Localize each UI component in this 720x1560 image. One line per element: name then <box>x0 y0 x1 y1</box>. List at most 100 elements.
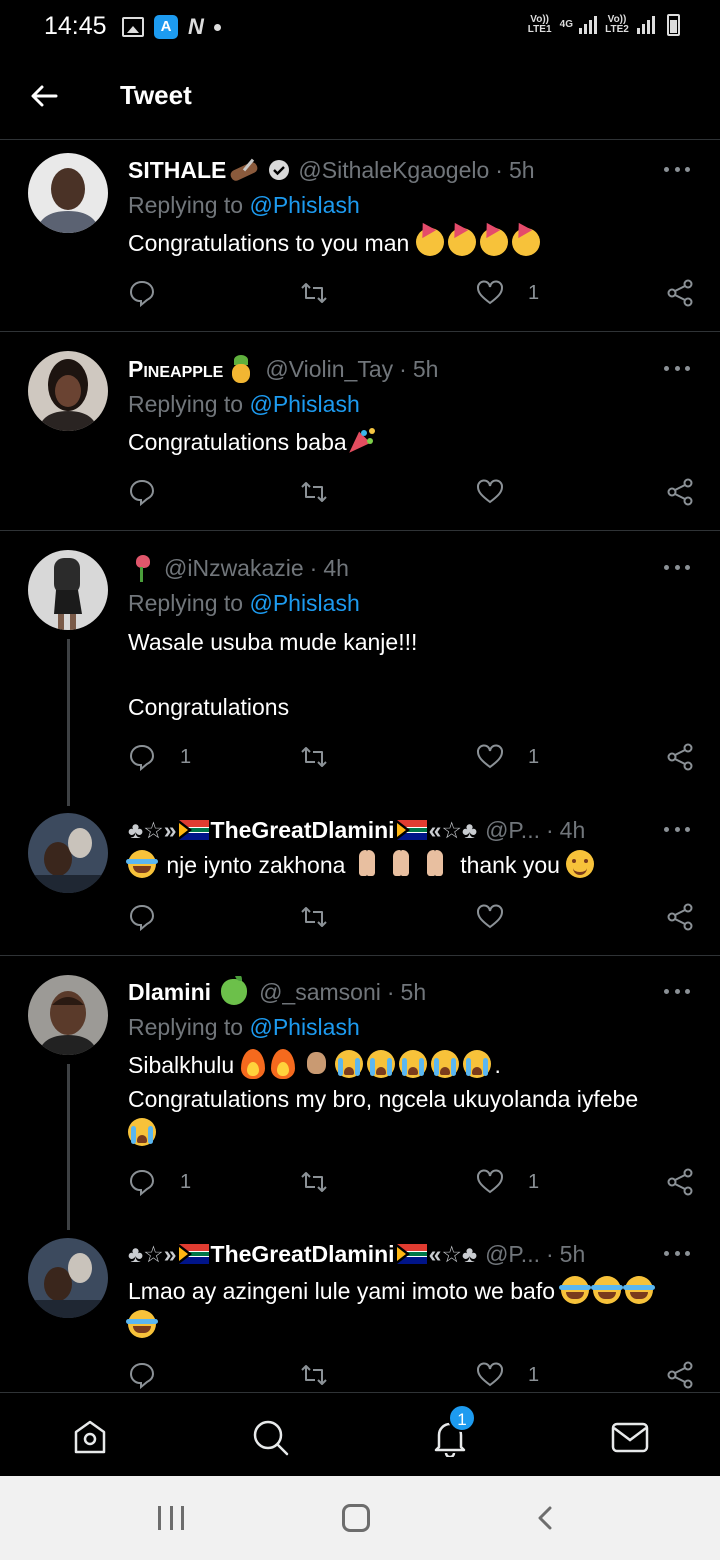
share-button[interactable] <box>666 279 694 307</box>
share-icon <box>667 1168 693 1196</box>
display-name[interactable]: SITHALE <box>128 157 226 184</box>
avatar[interactable] <box>28 1238 108 1318</box>
more-options-icon[interactable] <box>664 366 690 372</box>
reply-button[interactable] <box>128 279 180 307</box>
south-africa-flag-icon <box>396 820 427 840</box>
retweet-button[interactable] <box>300 743 352 771</box>
mention-link[interactable]: @Phislash <box>249 192 359 218</box>
like-button[interactable] <box>476 903 528 931</box>
display-name[interactable]: TheGreatDlamini <box>211 1241 395 1268</box>
like-button[interactable]: 1 <box>476 279 539 307</box>
tweet-reply[interactable]: ♣☆» TheGreatDlamini «☆♣ @P... · 4h nje i… <box>0 796 720 956</box>
partying-face-emoji-icon <box>479 228 508 256</box>
avatar[interactable] <box>28 351 108 431</box>
retweet-button[interactable] <box>300 478 352 506</box>
tweet-text-part-2: thank you <box>460 852 560 878</box>
display-name[interactable]: Dlamini <box>128 979 211 1006</box>
mention-link[interactable]: @Phislash <box>249 391 359 417</box>
tweet-text-part-1: nje iynto zakhona <box>166 852 346 878</box>
recent-apps-icon[interactable] <box>158 1506 184 1530</box>
replying-to: Replying to @Phislash <box>128 590 360 617</box>
share-button[interactable] <box>666 1168 694 1196</box>
fire-emoji-icon <box>270 1049 295 1079</box>
mention-link[interactable]: @Phislash <box>249 1014 359 1040</box>
tweet-text: Congratulations to you man <box>128 226 680 260</box>
retweet-button[interactable] <box>300 1168 352 1196</box>
like-count: 1 <box>528 1363 540 1386</box>
partying-face-emoji-icon <box>415 228 444 256</box>
separator-dot: · <box>545 816 554 843</box>
separator-dot: · <box>495 156 503 183</box>
retweet-icon <box>301 1365 327 1385</box>
separator-dot: · <box>309 554 318 581</box>
user-handle[interactable]: @iNzwakazie <box>164 555 304 582</box>
user-handle[interactable]: @SithaleKgaogelo <box>298 157 489 184</box>
messages-envelope-icon[interactable] <box>610 1417 650 1457</box>
tweet-time: 4h <box>559 816 586 843</box>
like-button[interactable] <box>476 478 528 506</box>
tweet-reply[interactable]: ♣☆» TheGreatDlamini «☆♣ @P... · 5h Lmao … <box>0 1220 720 1392</box>
back-arrow-icon[interactable] <box>28 80 60 112</box>
reply-icon <box>129 744 155 771</box>
reply-button[interactable] <box>128 903 180 931</box>
retweet-button[interactable] <box>300 279 352 307</box>
user-handle[interactable]: @_samsoni <box>259 979 381 1006</box>
tweet-time: 5h <box>412 355 439 382</box>
more-options-icon[interactable] <box>664 989 690 995</box>
tweet-text-content: Lmao ay azingeni lule yami imoto we bafo <box>128 1278 556 1304</box>
more-options-icon[interactable] <box>664 565 690 571</box>
reply-icon <box>129 904 155 931</box>
reply-button[interactable] <box>128 1361 180 1389</box>
retweet-icon <box>301 283 327 303</box>
mention-link[interactable]: @Phislash <box>249 590 359 616</box>
more-options-icon[interactable] <box>664 167 690 173</box>
avatar[interactable] <box>28 550 108 630</box>
user-handle[interactable]: @P... <box>485 817 540 844</box>
more-options-icon[interactable] <box>664 1251 690 1257</box>
share-icon <box>667 1361 693 1389</box>
home-icon[interactable] <box>70 1417 110 1457</box>
more-options-icon[interactable] <box>664 827 690 833</box>
user-handle[interactable]: @P... <box>485 1241 540 1268</box>
reply-button[interactable]: 1 <box>128 1168 191 1196</box>
retweet-button[interactable] <box>300 903 352 931</box>
bottom-navigation <box>0 1392 720 1476</box>
tweet-time: 5h <box>559 1240 586 1267</box>
tweet-reply[interactable]: @iNzwakazie · 4h Replying to @Phislash W… <box>0 531 720 806</box>
search-icon[interactable] <box>250 1417 290 1457</box>
user-handle[interactable]: @Violin_Tay <box>265 356 393 383</box>
tweet-reply[interactable]: SITHALE @SithaleKgaogelo · 5h Replying t… <box>0 141 720 332</box>
share-button[interactable] <box>666 1361 694 1389</box>
avatar[interactable] <box>28 813 108 893</box>
tweet-actions: 1 1 <box>128 1168 694 1200</box>
android-system-navigation <box>0 1476 720 1560</box>
like-button[interactable]: 1 <box>476 1168 539 1196</box>
reply-button[interactable]: 1 <box>128 743 191 771</box>
display-name[interactable]: Pineapple <box>128 356 223 383</box>
replying-label: Replying to <box>128 391 250 417</box>
reply-count: 1 <box>180 1170 192 1193</box>
display-name[interactable]: TheGreatDlamini <box>211 817 395 844</box>
reply-icon <box>129 1362 155 1389</box>
tweet-reply[interactable]: Dlamini @_samsoni · 5h Replying to @Phis… <box>0 956 720 1230</box>
loudly-crying-emoji-icon <box>128 1118 156 1146</box>
share-button[interactable] <box>666 478 694 506</box>
tweet-text: Lmao ay azingeni lule yami imoto we bafo <box>126 1274 680 1342</box>
reply-button[interactable] <box>128 478 180 506</box>
tweet-reply[interactable]: Pineapple @Violin_Tay · 5h Replying to @… <box>0 332 720 531</box>
avatar[interactable] <box>28 975 108 1055</box>
tweet-text-content: Congratulations to you man <box>128 230 410 256</box>
home-button-icon[interactable] <box>342 1504 370 1532</box>
thread-connector <box>67 1064 70 1230</box>
share-button[interactable] <box>666 743 694 771</box>
like-button[interactable]: 1 <box>476 743 539 771</box>
like-count: 1 <box>528 745 540 768</box>
avatar[interactable] <box>28 153 108 233</box>
back-chevron-icon[interactable] <box>534 1506 558 1530</box>
like-button[interactable]: 1 <box>476 1361 539 1389</box>
reply-count: 1 <box>180 745 192 768</box>
notification-count-badge[interactable]: 1 <box>448 1404 476 1432</box>
tears-of-joy-emoji-icon <box>591 1276 624 1304</box>
share-button[interactable] <box>666 903 694 931</box>
retweet-button[interactable] <box>300 1361 352 1389</box>
